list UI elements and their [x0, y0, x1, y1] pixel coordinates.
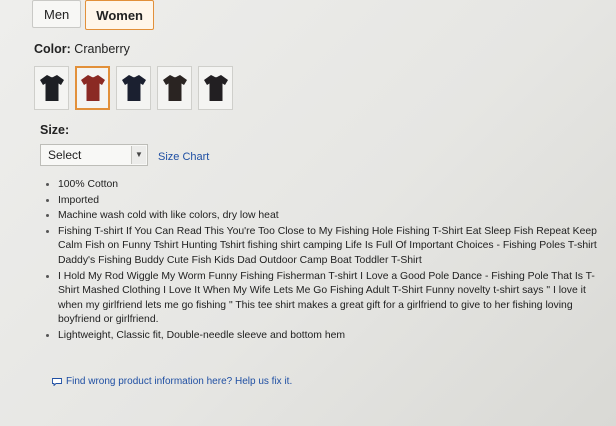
gender-tab-men[interactable]: Men	[32, 0, 82, 28]
feedback-link-text: Find wrong product information here? Hel…	[66, 376, 293, 387]
color-selection: Color: Cranberry	[34, 42, 130, 56]
tshirt-icon	[39, 75, 64, 101]
color-swatches	[34, 66, 233, 110]
color-value: Cranberry	[74, 42, 130, 56]
speech-bubble-icon	[52, 377, 62, 386]
size-chart-link[interactable]: Size Chart	[158, 151, 209, 163]
list-item: Machine wash cold with like colors, dry …	[58, 209, 598, 225]
size-dropdown[interactable]: Select ▼	[40, 144, 148, 166]
list-item: Lightweight, Classic fit, Double-needle …	[58, 329, 598, 345]
tshirt-icon	[203, 75, 228, 101]
list-item: Imported	[58, 194, 598, 210]
product-options-panel: Men Women Color: Cranberry Size: Select …	[0, 0, 616, 426]
size-label: Size:	[40, 123, 70, 137]
tshirt-icon	[162, 75, 187, 101]
size-dropdown-value: Select	[48, 148, 82, 162]
color-swatch[interactable]	[116, 66, 151, 110]
tshirt-icon	[121, 75, 146, 101]
color-swatch-selected[interactable]	[75, 66, 110, 110]
gender-tab-women[interactable]: Women	[85, 0, 155, 30]
feature-bullets: 100% Cotton Imported Machine wash cold w…	[44, 178, 598, 345]
list-item: 100% Cotton	[58, 178, 598, 194]
color-label: Color:	[34, 42, 71, 56]
dropdown-arrow-icon: ▼	[131, 146, 146, 164]
color-swatch[interactable]	[198, 66, 233, 110]
tshirt-icon	[80, 75, 105, 101]
list-item: Fishing T-shirt If You Can Read This You…	[58, 225, 598, 270]
color-swatch[interactable]	[157, 66, 192, 110]
feedback-link[interactable]: Find wrong product information here? Hel…	[52, 376, 292, 387]
gender-tabs: Men Women	[32, 0, 155, 30]
color-swatch[interactable]	[34, 66, 69, 110]
list-item: I Hold My Rod Wiggle My Worm Funny Fishi…	[58, 270, 598, 329]
